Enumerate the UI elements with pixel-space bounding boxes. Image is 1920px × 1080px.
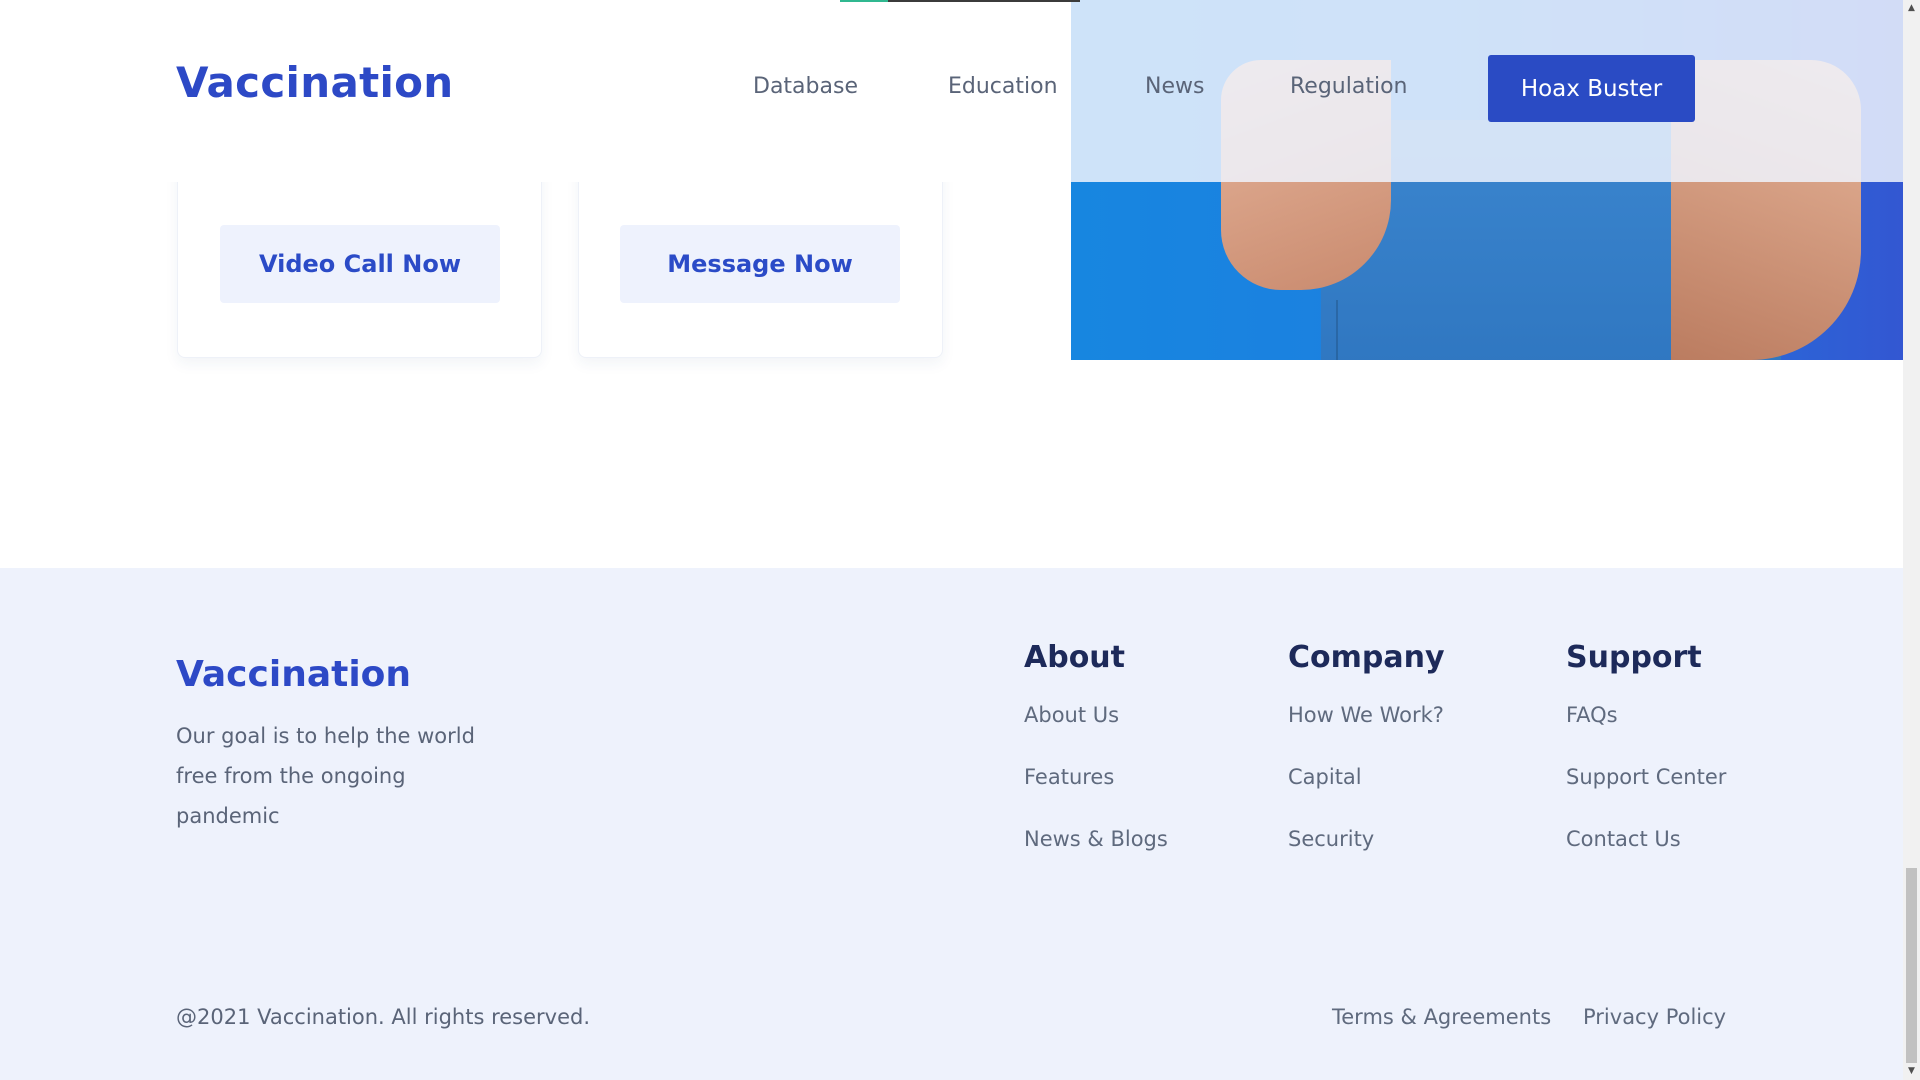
footer-column-company: Company How We Work? Capital Security	[1288, 640, 1445, 887]
site-header: Vaccination Database Education News Regu…	[0, 0, 1903, 182]
footer-heading-about: About	[1024, 640, 1126, 675]
footer-link-news-blogs[interactable]: News & Blogs	[1024, 825, 1168, 887]
chevron-down-icon[interactable]: ▼	[1903, 1063, 1920, 1080]
footer-link-security[interactable]: Security	[1288, 825, 1445, 887]
footer-tagline: Our goal is to help the world free from …	[176, 724, 475, 828]
footer-column-support: Support FAQs Support Center Contact Us	[1566, 640, 1726, 887]
chevron-up-icon[interactable]: ▲	[1903, 0, 1920, 17]
footer-link-capital[interactable]: Capital	[1288, 763, 1445, 825]
scroll-progress-fill	[840, 0, 888, 2]
nav-education[interactable]: Education	[948, 74, 1058, 99]
scrollbar-thumb[interactable]	[1906, 868, 1917, 1063]
footer-heading-support: Support	[1566, 640, 1702, 675]
site-footer: Vaccination Our goal is to help the worl…	[0, 568, 1903, 1080]
footer-link-contact-us[interactable]: Contact Us	[1566, 825, 1726, 887]
vertical-scrollbar[interactable]: ▲ ▼	[1903, 0, 1920, 1080]
footer-link-features[interactable]: Features	[1024, 763, 1168, 825]
footer-link-about-us[interactable]: About Us	[1024, 701, 1168, 763]
footer-link-faqs[interactable]: FAQs	[1566, 701, 1726, 763]
footer-link-how-we-work[interactable]: How We Work?	[1288, 701, 1445, 763]
message-now-button[interactable]: Message Now	[620, 225, 900, 303]
header-logo[interactable]: Vaccination	[176, 58, 454, 107]
header-left-panel	[0, 0, 1071, 182]
footer-logo[interactable]: Vaccination	[176, 654, 411, 695]
video-call-now-button[interactable]: Video Call Now	[220, 225, 500, 303]
privacy-policy-link[interactable]: Privacy Policy	[1583, 1005, 1726, 1029]
nav-regulation[interactable]: Regulation	[1290, 74, 1407, 99]
hoax-buster-button[interactable]: Hoax Buster	[1488, 55, 1695, 122]
footer-link-support-center[interactable]: Support Center	[1566, 763, 1726, 825]
page: Video Call Now Message Now Vaccination D…	[0, 0, 1903, 1080]
nav-database[interactable]: Database	[753, 74, 858, 99]
footer-heading-company: Company	[1288, 640, 1445, 675]
viewport: Video Call Now Message Now Vaccination D…	[0, 0, 1920, 1080]
copyright-text: @2021 Vaccination. All rights reserved.	[176, 1005, 591, 1029]
footer-column-about: About About Us Features News & Blogs	[1024, 640, 1168, 887]
shirt-pocket-shape	[1336, 300, 1356, 360]
terms-agreements-link[interactable]: Terms & Agreements	[1332, 1005, 1551, 1029]
nav-news[interactable]: News	[1145, 74, 1204, 99]
